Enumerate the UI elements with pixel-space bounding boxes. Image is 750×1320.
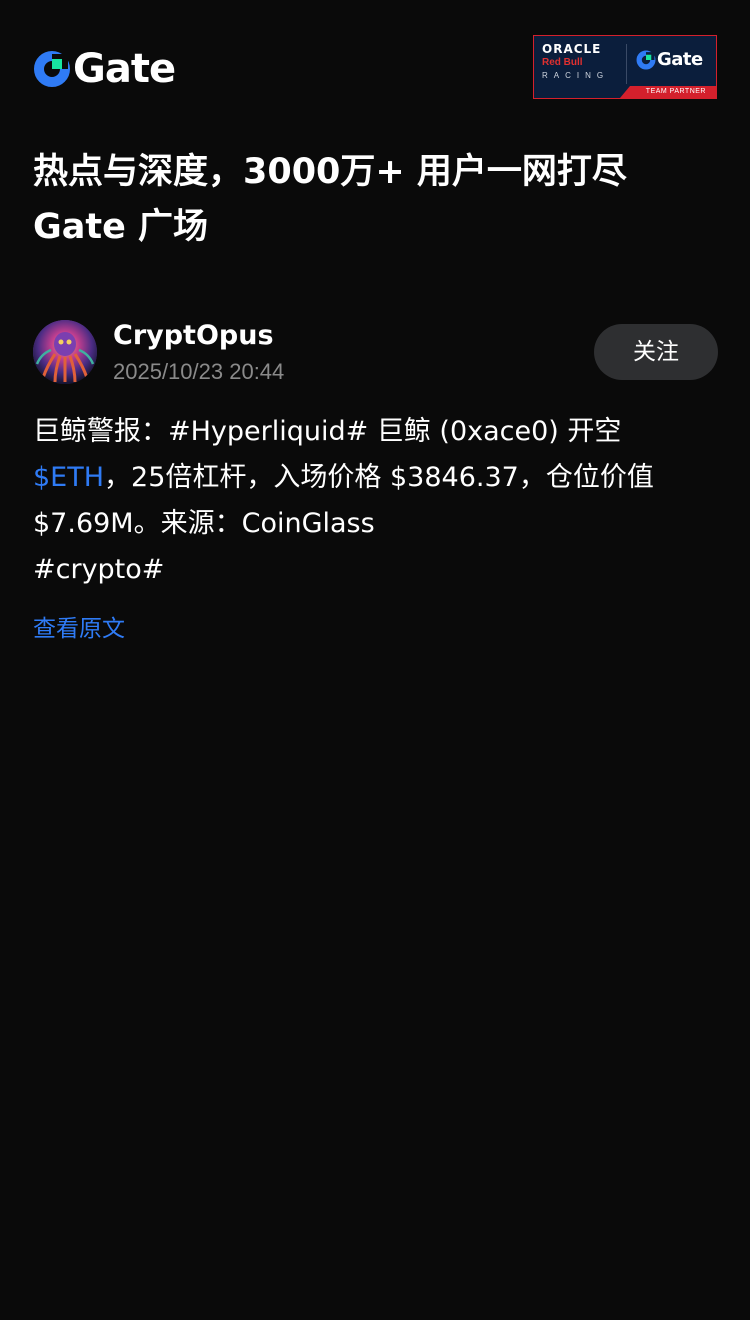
page-headline: 热点与深度，3000万+ 用户一网打尽 Gate 广场 — [33, 145, 723, 255]
view-original-link[interactable]: 查看原文 — [33, 613, 125, 645]
gate-logo[interactable]: Gate — [33, 46, 176, 92]
team-partner-text: TEAM PARTNER — [645, 88, 706, 95]
badge-gate-text: Gate — [657, 49, 703, 70]
red-bull-text: Red Bull — [542, 57, 583, 68]
logo-text: Gate — [73, 46, 176, 92]
avatar[interactable] — [33, 320, 97, 384]
headline-line-2: Gate 广场 — [33, 207, 209, 247]
octopus-avatar-image — [33, 320, 97, 384]
racing-text: RACING — [542, 71, 610, 80]
crypto-hashtag[interactable]: #crypto# — [33, 554, 164, 585]
oracle-text: ORACLE — [542, 42, 602, 56]
gate-logo-small-icon — [636, 50, 656, 70]
follow-button[interactable]: 关注 — [594, 324, 718, 380]
post-body: 巨鲸警报：#Hyperliquid# 巨鲸 (0xace0) 开空 $ETH，2… — [33, 409, 723, 593]
gate-logo-icon — [34, 51, 70, 87]
post-timestamp: 2025/10/23 20:44 — [113, 359, 285, 384]
oracle-redbull-logo: ORACLE Red Bull RACING — [542, 42, 622, 81]
author-name[interactable]: CryptOpus — [113, 320, 274, 352]
headline-line-1: 热点与深度，3000万+ 用户一网打尽 — [33, 152, 627, 192]
partner-badge[interactable]: ORACLE Red Bull RACING Gate TEAM PARTNER — [533, 35, 717, 99]
post-body-text-2: ，25倍杠杆，入场价格 $3846.37，仓位价值 $7.69M。来源：Coin… — [33, 462, 654, 539]
post-body-text-1: 巨鲸警报：#Hyperliquid# 巨鲸 (0xace0) 开空 — [33, 416, 622, 447]
badge-divider — [626, 44, 627, 84]
badge-gate-logo: Gate — [636, 49, 703, 71]
header: Gate ORACLE Red Bull RACING Gate TEAM PA… — [33, 35, 717, 101]
eth-ticker-link[interactable]: $ETH — [33, 462, 104, 493]
